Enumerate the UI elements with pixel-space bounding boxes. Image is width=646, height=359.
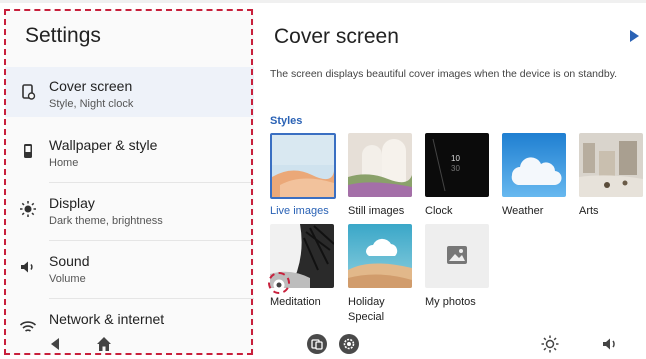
page-title: Cover screen	[274, 25, 399, 48]
menu-item-label: Network & internet	[49, 311, 165, 327]
clock-hour: 10	[451, 154, 460, 163]
brightness-icon[interactable]	[540, 334, 560, 354]
sound-icon	[19, 258, 37, 276]
my-photos-thumbnail	[425, 224, 489, 288]
divider	[49, 298, 254, 299]
wallpaper-icon	[19, 142, 37, 160]
menu-item-sublabel: Home	[49, 157, 79, 169]
tile-label: Live images	[270, 205, 329, 217]
styles-heading: Styles	[270, 115, 303, 127]
arts-thumbnail	[579, 133, 643, 197]
menu-item-sound[interactable]: Sound Volume	[5, 242, 254, 292]
clock-minute: 30	[451, 164, 460, 173]
cover-screen-panel: Cover screen The screen displays beautif…	[255, 9, 646, 355]
cover-screen-icon	[19, 83, 37, 101]
clock-thumbnail: 10 30	[425, 133, 489, 197]
display-brightness-icon	[19, 200, 37, 218]
weather-thumbnail	[502, 133, 566, 197]
menu-item-label: Sound	[49, 253, 90, 269]
menu-item-label: Wallpaper & style	[49, 137, 158, 153]
menu-item-label: Cover screen	[49, 78, 133, 94]
settings-title: Settings	[25, 24, 101, 47]
still-images-thumbnail	[348, 133, 412, 197]
menu-item-sublabel: Style, Night clock	[49, 98, 134, 110]
cover-description: The screen displays beautiful cover imag…	[270, 68, 618, 80]
tile-label: Clock	[425, 205, 453, 217]
play-icon[interactable]	[627, 29, 641, 43]
home-icon[interactable]	[94, 334, 114, 354]
menu-item-sublabel: Dark theme, brightness	[49, 215, 163, 227]
top-divider	[0, 0, 646, 3]
back-icon[interactable]	[46, 334, 66, 354]
menu-item-wallpaper[interactable]: Wallpaper & style Home	[5, 126, 254, 176]
menu-item-sublabel: Volume	[49, 273, 86, 285]
tile-label: Weather	[502, 205, 544, 217]
live-indicator-icon	[273, 278, 285, 291]
cover-screen-nav-icon[interactable]	[307, 334, 327, 354]
tile-label: Arts	[579, 205, 599, 217]
settings-gear-icon[interactable]	[339, 334, 359, 354]
menu-item-label: Display	[49, 195, 95, 211]
volume-icon[interactable]	[600, 334, 620, 354]
bottom-nav-bar	[0, 333, 646, 355]
menu-item-cover-screen[interactable]: Cover screen Style, Night clock	[5, 67, 254, 117]
holiday-special-thumbnail	[348, 224, 412, 288]
tile-label: Holiday Special	[348, 296, 385, 323]
menu-item-display[interactable]: Display Dark theme, brightness	[5, 184, 254, 234]
divider	[49, 240, 254, 241]
settings-panel: Settings Cover screen Style, Night clock…	[5, 9, 254, 355]
tile-label: Still images	[348, 205, 405, 217]
divider	[49, 182, 254, 183]
live-images-thumbnail	[270, 133, 336, 199]
tile-label: Meditation	[270, 296, 321, 308]
image-placeholder-icon	[447, 246, 467, 264]
tile-label: My photos	[425, 296, 476, 308]
